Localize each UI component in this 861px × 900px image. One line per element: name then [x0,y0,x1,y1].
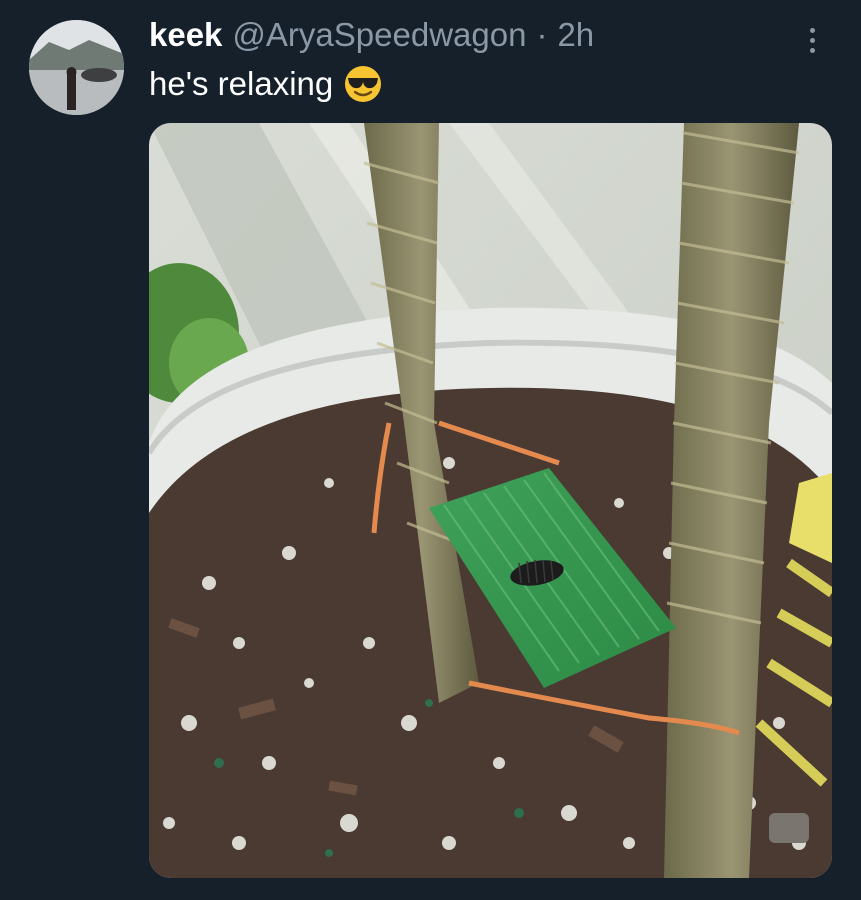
user-handle[interactable]: @AryaSpeedwagon [232,16,526,54]
tweet-text-content: he's relaxing [149,65,334,102]
separator-dot: · [536,16,548,53]
timestamp[interactable]: 2h [557,16,594,54]
tweet-photo[interactable] [149,123,832,878]
smiling-face-with-sunglasses-icon [343,64,383,104]
avatar[interactable] [29,20,124,115]
tweet-text: he's relaxing [149,64,383,104]
display-name[interactable]: keek [149,16,222,54]
more-options-icon[interactable] [800,20,824,60]
tweet-header: keek @AryaSpeedwagon · 2h [149,16,594,56]
